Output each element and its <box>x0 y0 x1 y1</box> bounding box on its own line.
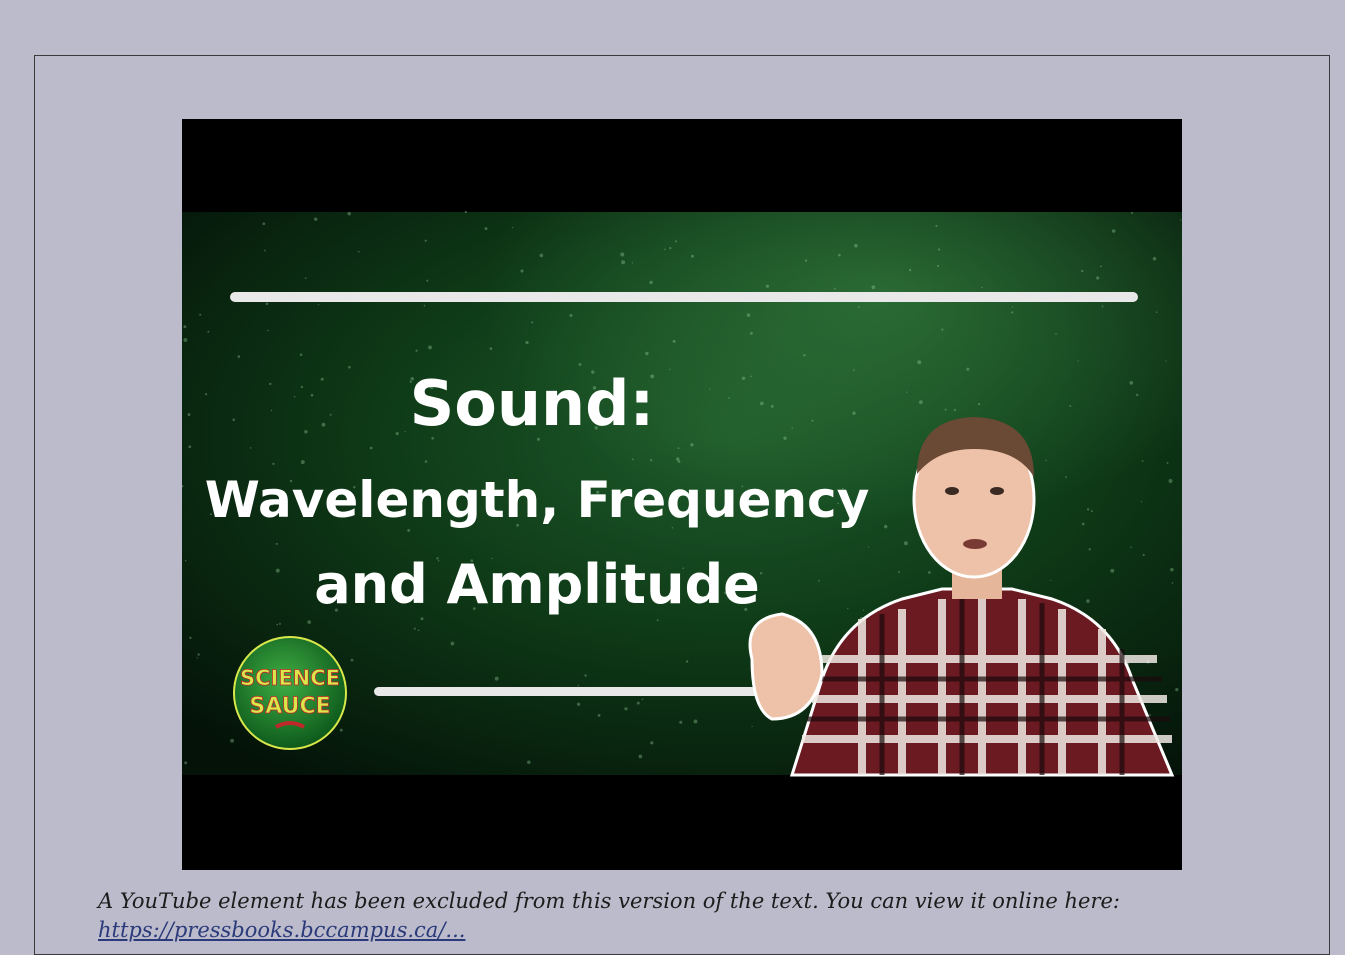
science-sauce-logo: SCIENCE SAUCE <box>233 636 347 750</box>
title-line-1: Sound: <box>410 367 655 440</box>
title-line-3: and Amplitude <box>314 553 760 616</box>
youtube-excluded-notice: A YouTube element has been excluded from… <box>98 889 1121 913</box>
youtube-thumbnail[interactable]: Sound: Wavelength, Frequency and Amplitu… <box>182 119 1182 870</box>
thumbnail-image: Sound: Wavelength, Frequency and Amplitu… <box>182 210 1182 777</box>
youtube-online-link[interactable]: https://pressbooks.bccampus.ca/... <box>98 918 465 942</box>
top-divider-line <box>230 292 1138 302</box>
logo-text-2: SAUCE <box>249 694 330 719</box>
logo-text-1: SCIENCE <box>240 666 340 690</box>
title-line-2: Wavelength, Frequency <box>205 471 870 529</box>
